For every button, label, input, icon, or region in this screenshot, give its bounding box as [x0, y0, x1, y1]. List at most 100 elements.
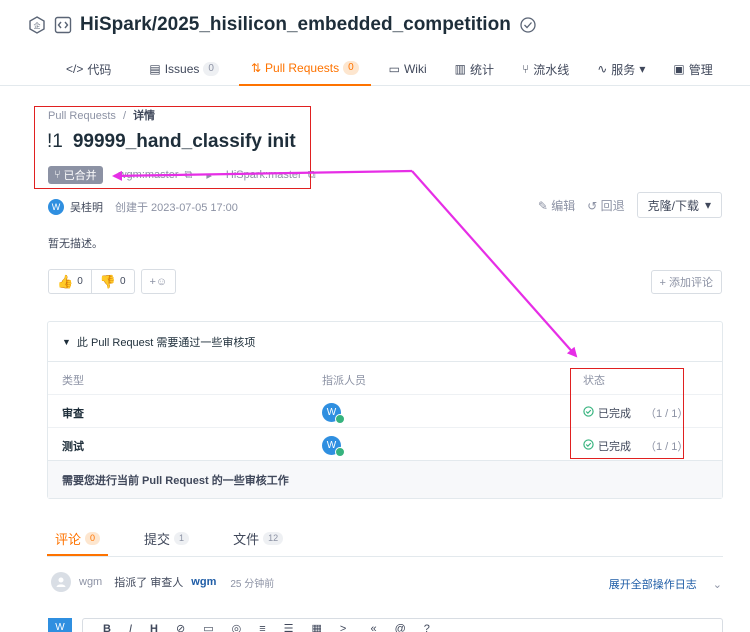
tab-label: 服务 — [611, 62, 636, 77]
quote-icon[interactable]: « — [370, 623, 376, 632]
code-repo-icon — [54, 16, 72, 34]
tab-pipeline[interactable]: ⑂ 流水线 — [510, 52, 581, 86]
code-icon[interactable]: >_ — [340, 623, 353, 632]
editor-toolbar: B I H ⊘ ▭ ◎ ≡ ☰ ▦ >_ « @ ? — [82, 618, 723, 632]
tab-files[interactable]: 文件 12 — [225, 524, 291, 556]
tab-label: 流水线 — [533, 62, 570, 77]
thumbs-down-icon: 👎 — [99, 273, 116, 289]
tab-stats[interactable]: ▥ 统计 — [443, 52, 506, 86]
edit-icon: ✎ — [537, 198, 552, 213]
bold-button[interactable]: B — [103, 623, 111, 632]
clone-label: 克隆/下载 — [647, 198, 699, 213]
author-row: W 吴桂明 创建于 2023-07-05 17:00 — [48, 199, 238, 215]
pulse-icon: ∿ — [597, 62, 608, 76]
caret-down-icon: ▾ — [704, 198, 711, 212]
verified-icon — [519, 16, 537, 34]
tab-count: 1 — [174, 532, 190, 545]
mention-icon[interactable]: ◎ — [232, 622, 242, 632]
tab-label: Issues — [164, 62, 200, 76]
chevron-down-icon: ▾ — [639, 62, 646, 76]
thumbs-up-button[interactable]: 👍 0 — [49, 270, 91, 293]
tab-label: 统计 — [470, 62, 495, 77]
assignee: W — [322, 436, 345, 457]
table-icon[interactable]: ▦ — [312, 622, 322, 632]
code-icon: </> — [66, 62, 84, 76]
avatar[interactable]: W — [322, 403, 345, 424]
pull-request-icon: ⇅ — [250, 61, 262, 75]
repo-title: 企 HiSpark/2025_hisilicon_embedded_compet… — [28, 14, 537, 36]
heading-button[interactable]: H — [150, 623, 158, 632]
tab-label: 代码 — [87, 62, 112, 77]
column-header: 指派人员 — [322, 375, 366, 387]
help-icon[interactable]: ? — [424, 623, 430, 632]
check-badge-icon — [335, 447, 345, 457]
tab-services[interactable]: ∿ 服务 ▾ — [585, 52, 657, 86]
issues-icon: ▤ — [149, 62, 161, 76]
timeline-event: wgm 指派了 审查人 wgm 25 分钟前 — [51, 572, 274, 592]
tab-wiki[interactable]: ▭ Wiki — [377, 52, 439, 86]
avatar[interactable]: W — [322, 436, 345, 457]
created-time: 创建于 2023-07-05 17:00 — [115, 202, 238, 214]
tab-comments[interactable]: 评论 0 — [47, 524, 109, 556]
settings-icon: ▣ — [673, 62, 685, 76]
pr-description: 暂无描述。 — [48, 238, 103, 250]
assignee: W — [322, 403, 345, 424]
edit-button[interactable]: ✎ 编辑 — [538, 197, 575, 214]
review-header[interactable]: ▼ 此 Pull Request 需要通过一些审核项 — [48, 322, 722, 362]
revert-button[interactable]: ↺ 回退 — [587, 197, 624, 214]
pipeline-icon: ⑂ — [522, 62, 530, 76]
tab-issues[interactable]: ▤ Issues 0 — [137, 52, 231, 86]
event-target-user[interactable]: wgm — [191, 576, 216, 588]
comment-editor: W B I H ⊘ ▭ ◎ ≡ ☰ ▦ >_ « @ ? — [48, 613, 723, 632]
tab-label: 管理 — [688, 62, 713, 77]
tab-label: 评论 — [55, 532, 82, 547]
tab-count: 12 — [263, 532, 284, 545]
list-icon[interactable]: ≡ — [259, 623, 265, 632]
thumbs-up-count: 0 — [77, 276, 83, 287]
event-time: 25 分钟前 — [230, 578, 275, 590]
annotation-highlight-box — [570, 368, 684, 459]
tab-code[interactable]: </> 代码 — [0, 52, 123, 86]
tab-commits[interactable]: 提交 1 — [136, 524, 197, 556]
column-header: 类型 — [62, 375, 84, 387]
tab-pull-requests[interactable]: ⇅ Pull Requests 0 — [238, 52, 371, 86]
review-type: 审查 — [62, 408, 84, 420]
revert-label: 回退 — [600, 198, 625, 213]
clone-download-button[interactable]: 克隆/下载 ▾ — [636, 192, 722, 218]
edit-label: 编辑 — [551, 198, 576, 213]
expand-log-label: 展开全部操作日志 — [608, 579, 697, 591]
revert-icon: ↺ — [587, 198, 601, 213]
expand-log-link[interactable]: 展开全部操作日志 ⌄ — [609, 576, 722, 592]
avatar: W — [48, 618, 72, 632]
avatar[interactable]: W — [48, 199, 64, 215]
event-user[interactable]: wgm — [79, 576, 102, 588]
tab-label: Wiki — [403, 62, 427, 76]
caret-down-icon: ▼ — [62, 336, 71, 347]
user-icon — [51, 572, 71, 592]
add-comment-button[interactable]: + 添加评论 — [650, 270, 722, 294]
tab-label: 文件 — [233, 532, 260, 547]
at-icon[interactable]: @ — [395, 623, 406, 632]
annotation-highlight-box — [34, 106, 311, 189]
ordered-list-icon[interactable]: ☰ — [284, 622, 294, 632]
thumbs-down-button[interactable]: 👎 0 — [90, 270, 134, 293]
thumbs-down-count: 0 — [119, 276, 126, 287]
svg-text:企: 企 — [34, 21, 41, 30]
tab-label: 提交 — [144, 532, 171, 547]
wiki-icon: ▭ — [388, 62, 400, 76]
tab-settings[interactable]: ▣ 管理 — [661, 52, 724, 86]
link-icon[interactable]: ⊘ — [176, 622, 185, 632]
image-icon[interactable]: ▭ — [203, 622, 213, 632]
chevron-down-icon: ⌄ — [712, 578, 722, 591]
add-emoji-button[interactable]: +☺ — [140, 269, 177, 294]
stats-icon: ▥ — [454, 62, 466, 76]
italic-button[interactable]: I — [129, 623, 132, 632]
repo-header: 企 HiSpark/2025_hisilicon_embedded_compet… — [0, 0, 750, 86]
content-tabs: 评论 0 提交 1 文件 12 — [47, 524, 723, 557]
tab-count: 0 — [343, 61, 359, 75]
enterprise-badge-icon: 企 — [28, 16, 46, 34]
author-name[interactable]: 吴桂明 — [70, 199, 103, 215]
reactions-bar: 👍 0 👎 0 +☺ — [48, 269, 177, 294]
repo-name-link[interactable]: HiSpark/2025_hisilicon_embedded_competit… — [80, 14, 511, 36]
check-badge-icon — [335, 414, 345, 424]
